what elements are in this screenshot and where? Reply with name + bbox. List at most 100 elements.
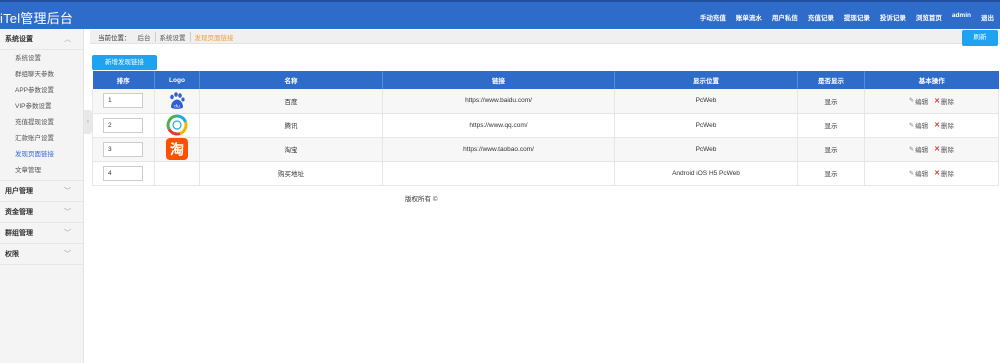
sidebar-group-system-settings[interactable]: 系统设置 ︿ (0, 29, 83, 50)
svg-text:du: du (174, 103, 180, 109)
sort-order-input[interactable] (103, 117, 143, 133)
top-nav-links: 手动充值 账单流水 用户私信 充值记录 提现记录 投诉记录 浏览首页 admin… (690, 12, 994, 22)
breadcrumb-item-current: 发现页面链接 (194, 35, 234, 42)
link-url (382, 161, 615, 186)
table-row: du 百度 https://www.baidu.com/ PcWeb 显示 ✎编… (92, 89, 999, 114)
add-discover-link-button[interactable]: 新增发现链接 (92, 55, 157, 70)
sidebar-collapse-toggle[interactable]: ‹ (84, 110, 92, 134)
sidebar-item-group-chat-params[interactable]: 群组聊天参数 (0, 67, 83, 83)
sidebar-item-app-params[interactable]: APP参数设置 (0, 83, 83, 99)
link-visible: 显示 (797, 113, 865, 138)
edit-label: 编辑 (915, 171, 929, 178)
sort-order-input[interactable] (103, 93, 143, 109)
pencil-icon: ✎ (909, 122, 915, 129)
breadcrumb-prefix: 当前位置： (98, 35, 131, 42)
sidebar-group-user-management[interactable]: 用户管理 ﹀ (0, 181, 83, 202)
link-url: https://www.qq.com/ (382, 113, 615, 138)
chevron-down-icon: ﹀ (64, 230, 71, 237)
close-icon: ✕ (934, 122, 940, 129)
link-visible: 显示 (797, 89, 865, 114)
sidebar-group-label: 群组管理 (5, 230, 33, 237)
table-row: 腾讯 https://www.qq.com/ PcWeb 显示 ✎编辑 ✕删除 (92, 113, 999, 138)
sidebar-item-discover-links[interactable]: 发现页面链接 (0, 147, 83, 163)
edit-button[interactable]: ✎ 编辑 (909, 168, 929, 179)
delete-label: 删除 (940, 98, 954, 106)
sidebar-group-label: 系统设置 (5, 36, 33, 43)
nav-bill-flow[interactable]: 账单流水 (736, 12, 762, 22)
sidebar-item-system-settings[interactable]: 系统设置 (0, 51, 83, 67)
table-row: 购买地址 Android iOS H5 PcWeb 显示 ✎编辑 ✕删除 (92, 161, 999, 186)
sidebar-group-funds-management[interactable]: 资金管理 ﹀ (0, 202, 83, 223)
link-name: 百度 (199, 89, 383, 114)
column-header-sort: 排序 (92, 71, 155, 89)
pencil-icon: ✎ (909, 146, 915, 153)
close-icon: ✕ (934, 97, 940, 105)
nav-user-messages[interactable]: 用户私信 (772, 12, 798, 22)
edit-label: 编辑 (915, 123, 929, 130)
link-position: PcWeb (614, 137, 798, 162)
nav-recharge-records[interactable]: 充值记录 (808, 12, 834, 22)
nav-manual-recharge[interactable]: 手动充值 (700, 12, 726, 22)
link-name: 腾讯 (199, 113, 383, 138)
sort-order-input[interactable] (103, 165, 143, 181)
taobao-logo-icon: 淘 (166, 138, 188, 160)
chevron-down-icon: ﹀ (64, 209, 71, 216)
sort-order-input[interactable] (103, 141, 143, 157)
column-header-url: 链接 (382, 71, 615, 89)
edit-button[interactable]: ✎ 编辑 (909, 96, 928, 106)
edit-label: 编辑 (915, 147, 929, 154)
delete-label: 删除 (940, 123, 954, 130)
sidebar-submenu: 系统设置 群组聊天参数 APP参数设置 VIP参数设置 充值提现设置 汇款账户设… (0, 50, 83, 181)
links-table: 排序 Logo 名称 链接 显示位置 是否显示 基本操作 1 du 百度 htt… (92, 71, 999, 186)
svg-text:淘: 淘 (170, 142, 184, 159)
delete-button[interactable]: ✕ 删除 (934, 144, 954, 154)
sidebar-item-vip-params[interactable]: VIP参数设置 (0, 99, 83, 115)
breadcrumb: 当前位置： 后台 系统设置 发现页面链接 (98, 32, 238, 42)
sidebar-group-label: 权限 (5, 251, 19, 258)
delete-button[interactable]: ✕ 删除 (934, 120, 954, 130)
sidebar-group-label: 资金管理 (5, 209, 33, 216)
nav-complaint-records[interactable]: 投诉记录 (880, 12, 906, 22)
sidebar-item-remittance-accounts[interactable]: 汇款账户设置 (0, 131, 83, 147)
link-name: 淘宝 (199, 137, 383, 162)
nav-browse-home[interactable]: 浏览首页 (916, 12, 942, 22)
delete-label: 删除 (940, 147, 954, 154)
nav-admin-user[interactable]: admin (952, 12, 971, 22)
edit-button[interactable]: ✎ 编辑 (909, 120, 929, 131)
delete-button[interactable]: ✕ 删除 (934, 96, 954, 106)
table-row: 淘 淘宝 https://www.taobao.com/ PcWeb 显示 ✎编… (92, 137, 999, 162)
delete-button[interactable]: ✕ 删除 (934, 168, 954, 178)
edit-button[interactable]: ✎ 编辑 (909, 144, 929, 155)
link-position: PcWeb (614, 113, 798, 138)
sidebar-item-article-management[interactable]: 文章管理 (0, 163, 83, 179)
breadcrumb-item-admin[interactable]: 后台 (134, 32, 156, 42)
chevron-down-icon: ﹀ (64, 251, 71, 258)
sidebar-group-label: 用户管理 (5, 188, 33, 195)
nav-logout[interactable]: 退出 (981, 12, 994, 22)
refresh-button[interactable]: 刷新 (962, 30, 998, 46)
sidebar-item-recharge-withdraw[interactable]: 充值提现设置 (0, 115, 83, 131)
breadcrumb-item-system-settings[interactable]: 系统设置 (156, 32, 191, 42)
baidu-logo-icon: du (166, 90, 188, 112)
edit-label: 编辑 (915, 98, 929, 106)
footer-copyright: 版权所有 © (405, 196, 438, 203)
row-actions: ✎ 编辑 ✕ 删除 (865, 96, 998, 106)
column-header-position: 显示位置 (614, 71, 798, 89)
close-icon: ✕ (934, 146, 940, 153)
column-header-visible: 是否显示 (797, 71, 865, 89)
logo-cell-empty (154, 161, 200, 186)
qq-logo-icon (166, 114, 188, 136)
nav-withdraw-records[interactable]: 提现记录 (844, 12, 870, 22)
sidebar-group-permissions[interactable]: 权限 ﹀ (0, 244, 83, 265)
chevron-up-icon: ︿ (64, 36, 71, 43)
sidebar-group-group-management[interactable]: 群组管理 ﹀ (0, 223, 83, 244)
row-actions: ✎ 编辑 ✕ 删除 (865, 120, 998, 130)
link-position: Android iOS H5 PcWeb (614, 161, 798, 186)
link-url: https://www.taobao.com/ (382, 137, 615, 162)
delete-label: 删除 (940, 171, 954, 178)
pencil-icon: ✎ (909, 98, 915, 105)
column-header-name: 名称 (199, 71, 383, 89)
link-visible: 显示 (797, 137, 865, 162)
column-header-actions: 基本操作 (864, 71, 999, 89)
top-navbar: iTel管理后台 手动充值 账单流水 用户私信 充值记录 提现记录 投诉记录 浏… (0, 0, 1000, 29)
